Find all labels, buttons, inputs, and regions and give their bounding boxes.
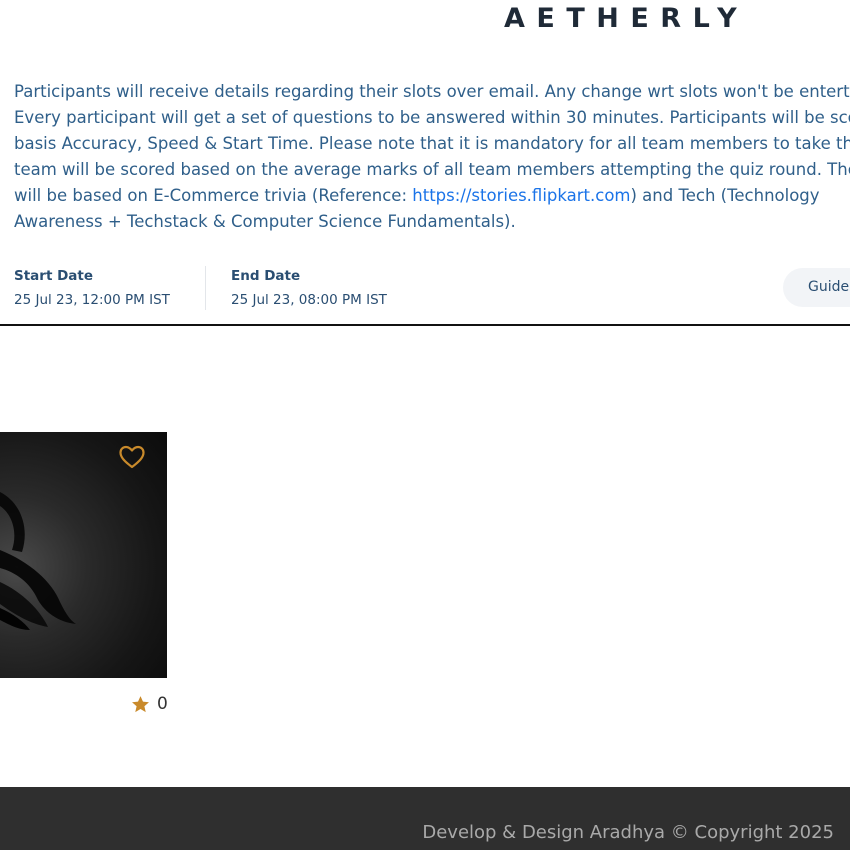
header-divider <box>0 324 850 326</box>
description-line: Awareness + Techstack & Computer Science… <box>14 212 516 231</box>
date-divider <box>205 266 206 310</box>
description-text: ) and Tech (Technology <box>630 186 820 205</box>
end-date-label: End Date <box>231 268 301 284</box>
description-line-with-link: will be based on E-Commerce trivia (Refe… <box>14 183 850 209</box>
footer: Develop & Design Aradhya © Copyright 202… <box>0 787 850 850</box>
event-description: Participants will receive details regard… <box>14 79 850 235</box>
footer-copyright: Develop & Design Aradhya © Copyright 202… <box>422 822 834 843</box>
reference-link[interactable]: https://stories.flipkart.com <box>412 186 630 205</box>
page: AETHERLY Participants will receive detai… <box>0 0 850 850</box>
description-line: Participants will receive details regard… <box>14 82 850 101</box>
star-icon[interactable] <box>131 695 150 714</box>
end-date: End Date 25 Jul 23, 08:00 PM IST <box>231 266 387 310</box>
description-line: Every participant will get a set of ques… <box>14 108 850 127</box>
end-date-value: 25 Jul 23, 08:00 PM IST <box>231 292 387 308</box>
start-date-value: 25 Jul 23, 12:00 PM IST <box>14 292 170 308</box>
brand-title: AETHERLY <box>504 3 749 34</box>
rating-count: 0 <box>157 694 168 714</box>
description-line: basis Accuracy, Speed & Start Time. Plea… <box>14 134 850 153</box>
start-date-label: Start Date <box>14 268 94 284</box>
heart-outline-icon[interactable] <box>118 444 146 470</box>
guidelines-button[interactable]: Guidelines <box>783 268 850 307</box>
description-line: team will be scored based on the average… <box>14 160 850 179</box>
start-date: Start Date 25 Jul 23, 12:00 PM IST <box>14 266 170 310</box>
rating: 0 <box>131 692 168 716</box>
description-text: will be based on E-Commerce trivia (Refe… <box>14 186 413 205</box>
